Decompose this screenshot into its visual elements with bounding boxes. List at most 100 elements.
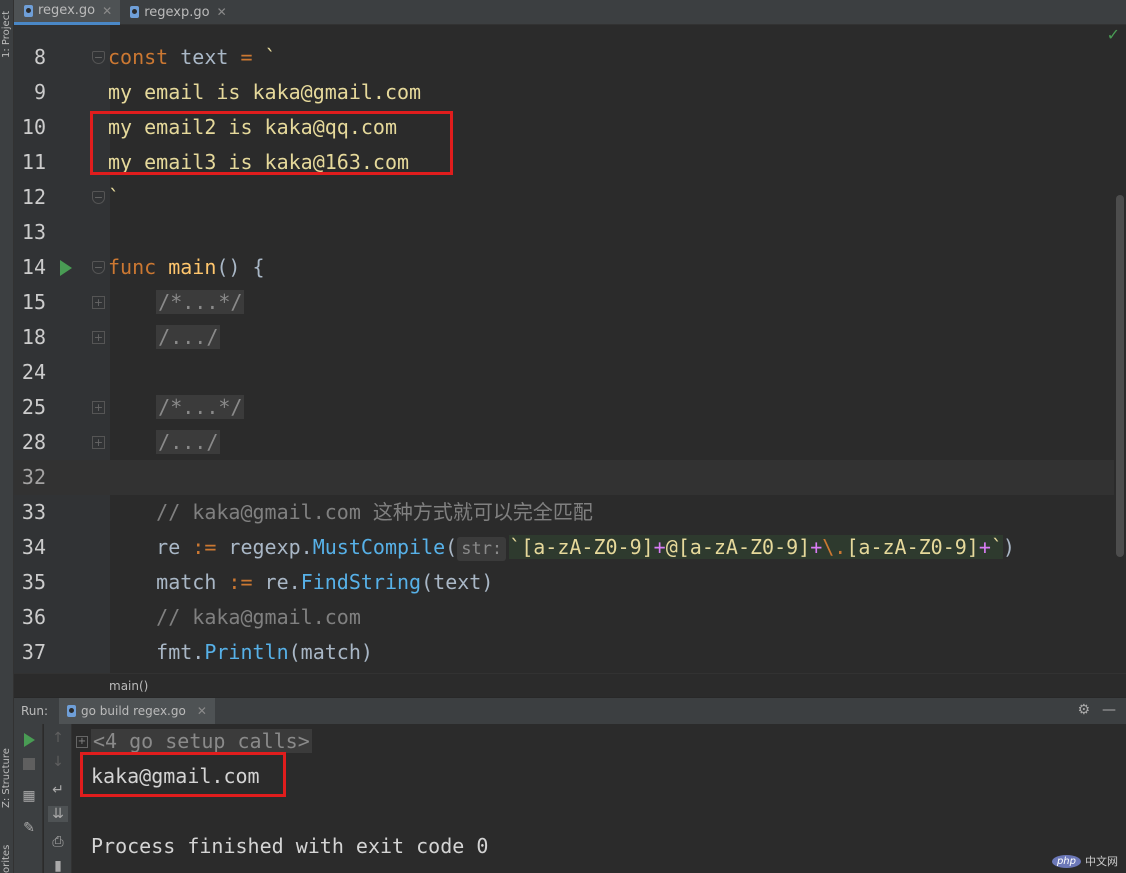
regex-token: ` <box>509 535 522 559</box>
operator-token: = <box>240 45 253 69</box>
punctuation-token: (text) <box>421 570 494 594</box>
folded-region[interactable]: /*...*/ <box>156 290 245 314</box>
tab-label: regexp.go <box>144 4 210 20</box>
tab-regex-go[interactable]: regex.go ✕ <box>14 0 121 25</box>
line-number: 8 <box>33 45 46 69</box>
keyword-token: func <box>108 255 157 279</box>
identifier-token: text <box>168 45 241 69</box>
trash-icon[interactable]: ▮ <box>48 858 68 873</box>
regex-escape-token: \. <box>822 535 847 559</box>
folded-region[interactable]: /.../ <box>156 430 221 454</box>
code-text: fmt.Println(match) <box>108 635 373 670</box>
regex-token: [a-zA-Z0-9] <box>677 535 811 559</box>
code-line: 14 − func main() { <box>14 250 1114 285</box>
scroll-to-end-icon[interactable]: ⇊ <box>48 806 68 822</box>
code-text: /*...*/ <box>108 390 245 425</box>
code-line: 35 match := re.FindString(text) <box>14 565 1114 600</box>
editor-tab-bar: regex.go ✕ regexp.go ✕ <box>14 0 1126 25</box>
expand-fold-icon[interactable]: + <box>92 331 105 344</box>
folded-region[interactable]: /*...*/ <box>156 395 245 419</box>
minimize-icon[interactable]: — <box>1102 702 1116 718</box>
punctuation-token: (match) <box>288 640 373 664</box>
comment-token: // kaka@gmail.com <box>156 605 361 629</box>
layout-icon[interactable]: ▦ <box>19 788 39 804</box>
rerun-icon[interactable] <box>24 733 35 747</box>
code-text: // kaka@gmail.com <box>108 600 361 635</box>
fold-toggle-icon[interactable]: − <box>92 51 105 64</box>
up-arrow-icon[interactable]: ↑ <box>48 730 68 746</box>
run-config-tab[interactable]: go build regex.go ✕ <box>59 697 215 725</box>
down-arrow-icon[interactable]: ↓ <box>48 754 68 770</box>
tab-regexp-go[interactable]: regexp.go ✕ <box>120 0 234 25</box>
regex-token: [a-zA-Z0-9] <box>521 535 654 559</box>
run-gutter-icon[interactable] <box>60 260 72 276</box>
run-panel-label: Run: <box>21 704 49 718</box>
regex-token: [a-zA-Z0-9] <box>846 535 979 559</box>
run-output-panel: ▦ ✎ ↑ ↓ ↵ ⇊ ⎙ ▮ + <4 go setup calls> kak… <box>14 724 1126 873</box>
line-number: 36 <box>21 605 46 629</box>
code-line: 18 + /.../ <box>14 320 1114 355</box>
comment-token: // kaka@gmail.com 这种方式就可以完全匹配 <box>156 500 593 524</box>
method-token: FindString <box>300 570 422 594</box>
left-tool-strip: 1: Project Z: Structure orites <box>0 0 14 873</box>
method-token: Println <box>204 640 289 664</box>
editor-scrollbar[interactable] <box>1116 195 1124 557</box>
structure-tab-label: Z: Structure <box>1 748 12 808</box>
line-number: 9 <box>33 80 46 104</box>
expand-fold-icon[interactable]: + <box>92 436 105 449</box>
code-text: re := regexp.MustCompile(str: `[a-zA-Z0-9… <box>108 530 1015 567</box>
gear-icon[interactable]: ⚙ <box>1077 702 1090 718</box>
close-tab-icon[interactable]: ✕ <box>197 704 207 718</box>
code-line: 28 + /.../ <box>14 425 1114 460</box>
print-icon[interactable]: ⎙ <box>48 834 68 850</box>
soft-wrap-icon[interactable]: ↵ <box>48 782 68 798</box>
folded-setup-calls[interactable]: <4 go setup calls> <box>91 729 312 753</box>
string-token: ` <box>252 45 277 69</box>
code-line: 12 − ` <box>14 180 1114 215</box>
fold-toggle-icon[interactable]: − <box>92 191 105 204</box>
current-code-line: 32 <box>14 460 1114 495</box>
pin-icon[interactable]: ✎ <box>19 820 39 836</box>
code-text: ` <box>108 185 121 209</box>
code-editor[interactable]: 8 − const text = ` 9 my email is kaka@gm… <box>14 25 1126 673</box>
code-line: 24 <box>14 355 1114 390</box>
expand-fold-icon[interactable]: + <box>76 736 88 748</box>
fold-toggle-icon[interactable]: − <box>92 261 105 274</box>
code-text: const text = ` <box>108 40 277 75</box>
line-number: 37 <box>21 640 46 664</box>
code-text: func main() { <box>108 250 265 285</box>
go-file-icon <box>130 6 140 18</box>
regex-quantifier-token: + <box>810 535 823 559</box>
tab-label: regex.go <box>38 3 96 18</box>
regex-token: @ <box>665 535 678 559</box>
project-tab-label: 1: Project <box>1 10 12 58</box>
close-tab-icon[interactable]: ✕ <box>102 4 112 18</box>
close-tab-icon[interactable]: ✕ <box>217 5 227 19</box>
operator-token: := <box>228 570 253 594</box>
line-number: 18 <box>21 325 46 349</box>
code-text: /.../ <box>108 320 221 355</box>
code-text: /*...*/ <box>108 285 245 320</box>
folded-region[interactable]: /.../ <box>156 325 221 349</box>
go-file-icon <box>67 705 76 717</box>
stop-icon[interactable] <box>23 758 35 770</box>
expand-fold-icon[interactable]: + <box>92 296 105 309</box>
regex-quantifier-token: + <box>978 535 991 559</box>
breadcrumb-item[interactable]: main() <box>109 679 148 693</box>
line-number: 24 <box>21 360 46 384</box>
regex-token: ` <box>990 535 1003 559</box>
highlight-box <box>90 111 453 175</box>
package-token: fmt. <box>156 640 205 664</box>
breadcrumb[interactable]: main() <box>14 673 1126 697</box>
line-number: 11 <box>21 150 46 174</box>
code-line: 36 // kaka@gmail.com <box>14 600 1114 635</box>
code-text: match := re.FindString(text) <box>108 565 493 600</box>
run-panel-tools: ⚙ — <box>1077 702 1116 718</box>
inspection-ok-icon[interactable]: ✓ <box>1107 25 1120 44</box>
run-secondary-toolbar: ↑ ↓ ↵ ⇊ ⎙ ▮ <box>44 724 72 873</box>
watermark: php 中文网 <box>1051 853 1118 869</box>
run-panel-header: Run: go build regex.go ✕ ⚙ — <box>14 697 1126 725</box>
expand-fold-icon[interactable]: + <box>92 401 105 414</box>
punctuation-token: () { <box>216 255 265 279</box>
code-line: 33 // kaka@gmail.com 这种方式就可以完全匹配 <box>14 495 1114 530</box>
